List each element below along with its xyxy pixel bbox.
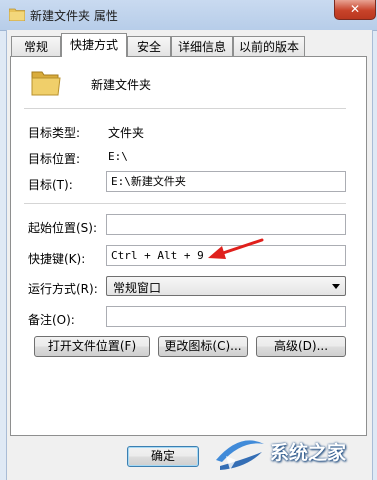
annotation-arrow-icon [208,238,264,259]
tab-shortcut[interactable]: 快捷方式 [61,33,127,57]
watermark-logo-icon [216,440,264,470]
watermark-text: 系统之家 [270,442,347,464]
